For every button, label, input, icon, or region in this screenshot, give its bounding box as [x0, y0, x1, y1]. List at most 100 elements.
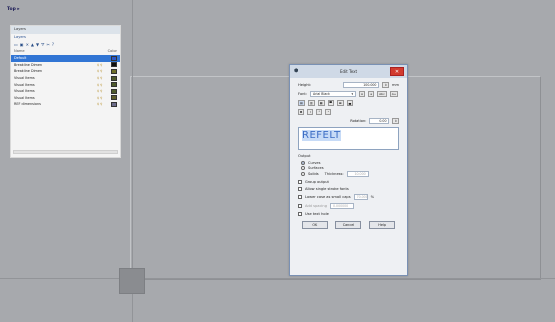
layers-horizontal-scrollbar[interactable] [13, 150, 118, 154]
layer-color-swatch[interactable] [111, 82, 117, 88]
align-bottom-icon[interactable]: ▄ [346, 100, 353, 106]
small-caps-input[interactable]: 70.000 [353, 194, 368, 200]
rotation-spinner[interactable]: ⇕ [392, 118, 399, 124]
close-icon[interactable]: ✕ [390, 67, 404, 76]
list-item[interactable]: Breakline Dimen ♀ ⚲ [11, 68, 120, 75]
color-column-header[interactable]: Color [108, 49, 117, 53]
font-btn-plus[interactable]: A+ [389, 91, 399, 97]
font-select[interactable]: Arial Black ▾ [310, 91, 357, 97]
use-text-hole-checkbox[interactable] [298, 212, 302, 216]
rotation-input[interactable]: 0.00 [369, 118, 390, 124]
layer-color-swatch[interactable] [111, 62, 117, 68]
layers-toolbar: ▭ ▣ ✕ ▲ ▼ ⛛ ✂ ? [11, 40, 120, 48]
solids-radio[interactable] [301, 172, 305, 176]
height-input[interactable]: 100.000 [343, 82, 380, 88]
superscript-button[interactable]: ⁰ [316, 109, 323, 115]
layer-lock-icon[interactable]: ♀ ⚲ [97, 69, 111, 73]
subscript-button[interactable]: ˣ [325, 109, 332, 115]
bold-button[interactable]: B [298, 109, 305, 115]
layer-name: Default [14, 56, 27, 61]
font-btn-abc[interactable]: Abc [377, 91, 387, 97]
layer-name: Visual Items [14, 76, 35, 81]
layers-list: Default Breakline Dimen ♀ ⚲ Breakline Di… [11, 55, 120, 108]
height-spinner[interactable]: ⇕ [382, 82, 389, 88]
align-middle-icon[interactable]: ▬ [336, 100, 344, 106]
layer-lock-icon[interactable]: ♀ ⚲ [97, 83, 111, 87]
text-input-area[interactable]: REFELT [298, 127, 399, 150]
tools-icon[interactable]: ✂ [46, 42, 49, 47]
move-down-icon[interactable]: ▼ [36, 42, 39, 47]
group-output-checkbox[interactable] [298, 180, 302, 184]
surfaces-radio[interactable] [301, 166, 305, 170]
add-spacing-label: Add spacing [305, 204, 327, 208]
font-btn-a[interactable]: A [359, 91, 366, 97]
align-top-icon[interactable]: ▀ [327, 100, 334, 106]
dialog-footer: OK Cancel Help [298, 221, 399, 229]
list-item[interactable]: REF dimensions ♀ ⚲ [11, 101, 120, 108]
layer-lock-icon[interactable]: ♀ ⚲ [97, 63, 111, 67]
output-label: Output [298, 154, 311, 158]
dialog-title-bar[interactable]: ⬢ Edit Text ✕ [290, 65, 407, 78]
name-column-header[interactable]: Name [14, 49, 25, 53]
allow-single-stroke-label: Allow single stroke fonts [305, 187, 349, 191]
layer-color-swatch[interactable] [111, 75, 117, 81]
viewport-label[interactable]: Top ▸ [7, 7, 20, 12]
layer-lock-icon[interactable]: ♀ ⚲ [97, 96, 111, 100]
thickness-input[interactable]: 10.000 [346, 171, 369, 177]
thickness-label: Thickness: [324, 172, 344, 176]
add-spacing-checkbox[interactable] [298, 204, 302, 208]
layer-color-swatch[interactable] [111, 88, 117, 94]
filter-icon[interactable]: ⛛ [41, 42, 44, 47]
align-left-icon[interactable]: ▤ [298, 100, 305, 106]
ok-button[interactable]: OK [301, 221, 328, 229]
height-label: Height: [298, 83, 312, 87]
layer-lock-icon[interactable]: ♀ ⚲ [97, 89, 111, 93]
allow-single-stroke-checkbox[interactable] [298, 187, 302, 191]
italic-button[interactable]: I [307, 109, 314, 115]
font-label: Font: [298, 92, 308, 96]
list-item[interactable]: Visual Items ♀ ⚲ [11, 81, 120, 88]
small-caps-checkbox[interactable] [298, 195, 302, 199]
layer-lock-icon[interactable]: ♀ ⚲ [97, 102, 111, 106]
layer-name: Visual Items [14, 82, 35, 87]
solids-label: Solids [308, 172, 319, 176]
new-sublayer-icon[interactable]: ▣ [20, 42, 24, 47]
layer-name: Breakline Dimen [14, 62, 43, 67]
cancel-button[interactable]: Cancel [335, 221, 362, 229]
add-spacing-input[interactable]: 0.000000 [330, 203, 354, 209]
app-icon: ⬢ [294, 68, 299, 74]
list-item[interactable]: Visual Items ♀ ⚲ [11, 95, 120, 102]
font-btn-lower[interactable]: a [368, 91, 375, 97]
align-right-icon[interactable]: ▦ [317, 100, 325, 106]
help-icon[interactable]: ? [52, 42, 54, 47]
layer-color-swatch[interactable] [111, 101, 117, 107]
layer-name: REF dimensions [14, 102, 41, 107]
height-unit: mm [391, 83, 399, 87]
move-up-icon[interactable]: ▲ [31, 42, 34, 47]
curves-radio[interactable] [301, 161, 305, 165]
align-center-icon[interactable]: ▥ [307, 100, 315, 106]
help-button[interactable]: Help [369, 221, 396, 229]
delete-icon[interactable]: ✕ [26, 42, 29, 47]
list-item[interactable]: Visual Items ♀ ⚲ [11, 88, 120, 95]
rotation-label: Rotation: [350, 119, 367, 123]
layer-lock-icon[interactable]: ♀ ⚲ [97, 76, 111, 80]
layers-header: Name Color [11, 48, 120, 54]
layer-color-swatch[interactable] [111, 68, 117, 74]
style-row: B I ⁰ ˣ [298, 109, 399, 115]
viewport-horizontal-axis [0, 278, 555, 279]
list-item[interactable]: Breakline Dimen ♀ ⚲ [11, 62, 120, 69]
list-item[interactable]: Default [11, 55, 120, 62]
layer-color-swatch[interactable] [111, 55, 117, 61]
group-output-label: Group output [305, 180, 329, 184]
layers-panel-title: Layers [11, 26, 120, 34]
percent-label: % [370, 195, 374, 199]
surfaces-label: Surfaces [308, 166, 324, 170]
text-value: REFELT [302, 130, 341, 141]
list-item[interactable]: Visual Items ♀ ⚲ [11, 75, 120, 82]
new-layer-icon[interactable]: ▭ [14, 42, 18, 47]
text-dialog: ⬢ Edit Text ✕ Height: 100.000 ⇕ mm Font:… [289, 64, 408, 276]
layer-color-swatch[interactable] [111, 95, 117, 101]
justify-row: ▤ ▥ ▦ ▀ ▬ ▄ [298, 100, 399, 106]
dialog-title: Edit Text [339, 69, 358, 74]
